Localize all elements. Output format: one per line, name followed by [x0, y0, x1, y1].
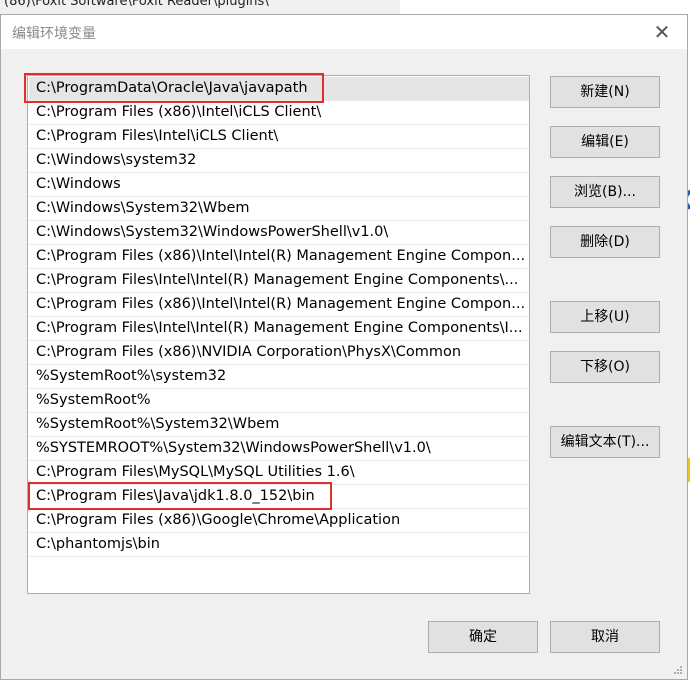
- path-list-item[interactable]: C:\Windows\System32\WindowsPowerShell\v1…: [29, 221, 529, 245]
- cancel-button[interactable]: 取消: [550, 621, 660, 653]
- path-list-item[interactable]: C:\Program Files (x86)\Intel\iCLS Client…: [29, 101, 529, 125]
- edit-text-button[interactable]: 编辑文本(T)...: [550, 426, 660, 458]
- delete-button[interactable]: 删除(D): [550, 226, 660, 258]
- path-list-item[interactable]: C:\Program Files (x86)\Google\Chrome\App…: [29, 509, 529, 533]
- dialog-title: 编辑环境变量: [12, 26, 96, 42]
- title-bar[interactable]: 编辑环境变量 ✕: [1, 15, 687, 49]
- path-list-item[interactable]: %SystemRoot%\System32\Wbem: [29, 413, 529, 437]
- ok-button[interactable]: 确定: [428, 621, 538, 653]
- path-list-item[interactable]: C:\Program Files\MySQL\MySQL Utilities 1…: [29, 461, 529, 485]
- path-list-item[interactable]: C:\Windows\system32: [29, 149, 529, 173]
- move-down-button[interactable]: 下移(O): [550, 351, 660, 383]
- path-list-item[interactable]: %SystemRoot%\system32: [29, 365, 529, 389]
- close-icon[interactable]: ✕: [651, 21, 673, 43]
- path-list-item[interactable]: C:\Program Files\Intel\Intel(R) Manageme…: [29, 269, 529, 293]
- edit-button[interactable]: 编辑(E): [550, 126, 660, 158]
- move-up-button[interactable]: 上移(U): [550, 301, 660, 333]
- path-list-item[interactable]: C:\ProgramData\Oracle\Java\javapath: [29, 77, 529, 101]
- edit-env-variable-dialog: 编辑环境变量 ✕ C:\ProgramData\Oracle\Java\java…: [0, 14, 688, 680]
- path-list-item[interactable]: C:\Program Files\Java\jdk1.8.0_152\bin: [29, 485, 529, 509]
- path-list-item[interactable]: %SystemRoot%: [29, 389, 529, 413]
- path-list-item[interactable]: C:\Program Files\Intel\Intel(R) Manageme…: [29, 317, 529, 341]
- path-list-item[interactable]: C:\Program Files (x86)\NVIDIA Corporatio…: [29, 341, 529, 365]
- path-list[interactable]: C:\ProgramData\Oracle\Java\javapath C:\Pr…: [27, 75, 530, 594]
- path-list-item[interactable]: C:\Program Files\Intel\iCLS Client\: [29, 125, 529, 149]
- path-list-item[interactable]: C:\Windows: [29, 173, 529, 197]
- path-list-item[interactable]: %SYSTEMROOT%\System32\WindowsPowerShell\…: [29, 437, 529, 461]
- path-list-item[interactable]: C:\Program Files (x86)\Intel\Intel(R) Ma…: [29, 245, 529, 269]
- browse-button[interactable]: 浏览(B)...: [550, 176, 660, 208]
- path-list-item[interactable]: C:\Windows\System32\Wbem: [29, 197, 529, 221]
- background-path-text: (86)\Foxit Software\Foxit Reader\plugins…: [4, 0, 269, 9]
- resize-grip-icon[interactable]: [673, 665, 683, 675]
- new-button[interactable]: 新建(N): [550, 76, 660, 108]
- background-window-path: (86)\Foxit Software\Foxit Reader\plugins…: [0, 0, 400, 15]
- path-list-item[interactable]: C:\phantomjs\bin: [29, 533, 529, 557]
- path-list-item[interactable]: C:\Program Files (x86)\Intel\Intel(R) Ma…: [29, 293, 529, 317]
